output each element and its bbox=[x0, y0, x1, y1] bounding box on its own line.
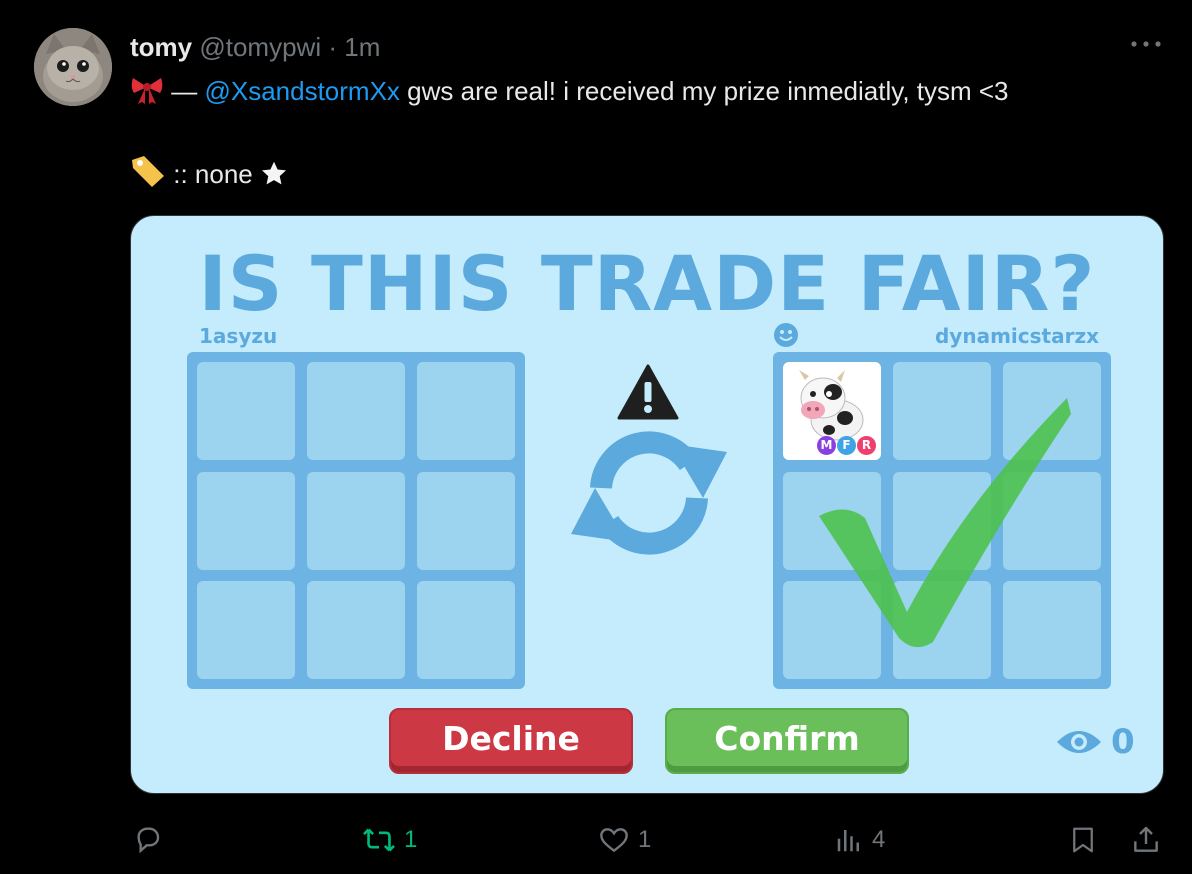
right-username: dynamicstarzx bbox=[934, 324, 1099, 348]
avatar[interactable] bbox=[34, 28, 112, 106]
bookmark-button[interactable] bbox=[1068, 818, 1098, 862]
tag-text: :: none bbox=[173, 159, 253, 189]
like-count: 1 bbox=[638, 826, 652, 853]
left-slot[interactable] bbox=[417, 472, 515, 570]
left-slot[interactable] bbox=[197, 472, 295, 570]
share-button[interactable] bbox=[1130, 818, 1162, 862]
reply-icon bbox=[137, 827, 160, 854]
heart-icon bbox=[600, 828, 628, 853]
author-name[interactable]: tomy bbox=[130, 32, 192, 62]
post-time[interactable]: 1m bbox=[344, 32, 380, 62]
post-body-text: gws are real! i received my prize inmedi… bbox=[407, 76, 1009, 106]
warning-icon bbox=[617, 364, 679, 420]
confirm-button[interactable]: Confirm bbox=[665, 708, 909, 774]
retweet-button[interactable]: 1 bbox=[362, 818, 417, 862]
ribbon-emoji-icon bbox=[130, 75, 164, 113]
text-dash: — bbox=[171, 76, 198, 106]
retweet-icon bbox=[363, 828, 395, 852]
viewer-count: 0 bbox=[1111, 722, 1135, 762]
views-count: 4 bbox=[872, 826, 886, 853]
kitten-avatar-image bbox=[34, 28, 112, 106]
author-handle[interactable]: @tomypwi bbox=[199, 32, 321, 62]
swap-arrows-icon bbox=[571, 431, 727, 555]
left-slot[interactable] bbox=[307, 472, 405, 570]
smiley-icon bbox=[774, 323, 798, 347]
like-button[interactable]: 1 bbox=[598, 818, 651, 862]
post-text: — @XsandstormXx gws are real! i received… bbox=[130, 74, 1009, 113]
separator-dot: · bbox=[328, 32, 338, 62]
post-tag-line: :: none bbox=[130, 154, 288, 196]
bookmark-icon bbox=[1073, 827, 1093, 853]
left-slot[interactable] bbox=[307, 581, 405, 679]
mention-link[interactable]: @XsandstormXx bbox=[204, 76, 399, 106]
left-slot[interactable] bbox=[417, 581, 515, 679]
share-icon bbox=[1134, 826, 1158, 852]
checkmark-icon bbox=[819, 398, 1071, 648]
left-slot[interactable] bbox=[307, 362, 405, 460]
left-slot[interactable] bbox=[197, 581, 295, 679]
eye-icon bbox=[1057, 731, 1101, 753]
post-action-bar: 1 1 4 bbox=[130, 818, 1162, 862]
views-chart-icon bbox=[837, 830, 859, 852]
decline-button[interactable]: Decline bbox=[389, 708, 633, 774]
views-button[interactable]: 4 bbox=[834, 818, 885, 862]
star-emoji-icon bbox=[260, 160, 288, 196]
trade-title: IS THIS TRADE FAIR? bbox=[198, 239, 1096, 328]
reply-button[interactable] bbox=[132, 818, 172, 862]
label-tag-emoji-icon bbox=[130, 154, 166, 196]
left-username: 1asyzu bbox=[199, 324, 278, 348]
viewer-counter: 0 bbox=[1055, 718, 1135, 766]
left-slot[interactable] bbox=[417, 362, 515, 460]
left-slot[interactable] bbox=[197, 362, 295, 460]
attached-image[interactable]: IS THIS TRADE FAIR? 1asyzu dynamicstarzx bbox=[130, 215, 1164, 794]
more-options-icon[interactable] bbox=[1128, 32, 1164, 56]
retweet-count: 1 bbox=[404, 826, 418, 853]
post-header: tomy @tomypwi · 1m bbox=[130, 30, 380, 64]
left-offer-grid bbox=[187, 352, 525, 689]
